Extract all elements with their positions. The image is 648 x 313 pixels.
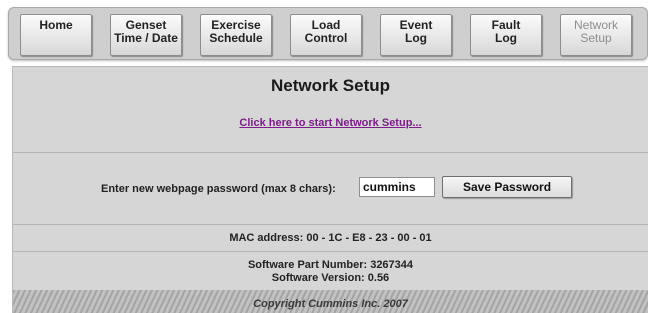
tab-event-log-label: Log bbox=[405, 31, 427, 45]
copyright-text: Copyright Cummins Inc. 2007 bbox=[253, 298, 408, 310]
software-version: Software Version: 0.56 bbox=[271, 272, 390, 284]
tab-fault-log-label: Log bbox=[495, 31, 517, 45]
footer: Copyright Cummins Inc. 2007 bbox=[13, 290, 648, 313]
tab-home-label: Home bbox=[39, 18, 73, 32]
tab-time-date-label: Time / Date bbox=[114, 31, 178, 45]
title-section: Network Setup Click here to start Networ… bbox=[13, 67, 648, 153]
tab-network-setup: Network Setup bbox=[560, 14, 632, 56]
tab-home[interactable]: Home bbox=[20, 14, 92, 56]
save-password-button[interactable]: Save Password bbox=[442, 176, 572, 198]
page-title: Network Setup bbox=[270, 76, 391, 95]
start-network-setup-link[interactable]: Click here to start Network Setup... bbox=[13, 117, 648, 129]
tab-schedule-label: Schedule bbox=[209, 31, 263, 45]
top-nav-bar: Home Genset Time / Date Exercise Schedul… bbox=[8, 7, 648, 60]
tab-load-control[interactable]: Load Control bbox=[290, 14, 362, 56]
password-section: Enter new webpage password (max 8 chars)… bbox=[13, 153, 648, 225]
software-info-section: Software Part Number: 3267344 Software V… bbox=[13, 252, 648, 290]
password-input[interactable] bbox=[359, 177, 435, 197]
tab-genset-time-date[interactable]: Genset Time / Date bbox=[110, 14, 182, 56]
tab-setup-label: Setup bbox=[580, 31, 612, 45]
password-label: Enter new webpage password (max 8 chars)… bbox=[101, 183, 336, 195]
main-panel: Network Setup Click here to start Networ… bbox=[12, 66, 648, 313]
tab-fault-log[interactable]: Fault Log bbox=[470, 14, 542, 56]
tab-exercise-schedule[interactable]: Exercise Schedule bbox=[200, 14, 272, 56]
software-part-number: Software Part Number: 3267344 bbox=[247, 259, 414, 271]
mac-address: MAC address: 00 - 1C - E8 - 23 - 00 - 01 bbox=[229, 232, 432, 244]
mac-section: MAC address: 00 - 1C - E8 - 23 - 00 - 01 bbox=[13, 225, 648, 252]
tab-event-log[interactable]: Event Log bbox=[380, 14, 452, 56]
tab-control-label: Control bbox=[304, 31, 348, 45]
